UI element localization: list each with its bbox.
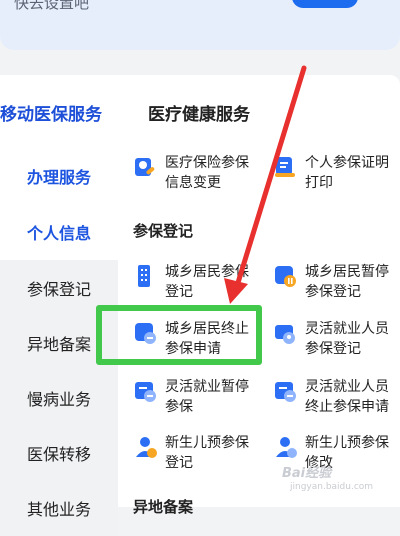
watermark-logo: Bai经验 — [282, 466, 332, 481]
annotation-arrow — [224, 65, 307, 304]
watermark-url: jingyan.baidu.com — [290, 482, 374, 492]
